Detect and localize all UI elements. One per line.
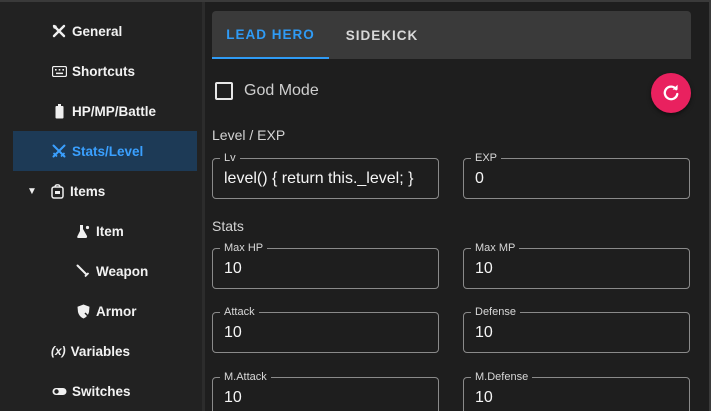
shield-icon — [75, 303, 91, 319]
main-panel: LEAD HERO SIDEKICK God Mode Level / EXP … — [205, 0, 709, 411]
tools-icon — [51, 23, 67, 39]
max-hp-label: Max HP — [220, 242, 268, 254]
window-border-top — [0, 0, 711, 2]
sidebar-item-label: Variables — [70, 343, 130, 359]
exp-value[interactable]: 0 — [475, 170, 484, 188]
m-defense-label: M.Defense — [471, 371, 533, 383]
reset-button[interactable] — [651, 73, 691, 113]
exp-label: EXP — [471, 152, 502, 164]
refresh-icon — [662, 84, 680, 102]
m-defense-field[interactable]: M.Defense 10 — [463, 371, 690, 411]
lv-value[interactable]: level() { return this._level; } — [224, 170, 413, 188]
sidebar-item-item[interactable]: Item — [13, 211, 197, 251]
sidebar-item-statslevel[interactable]: Stats/Level — [13, 131, 197, 171]
sidebar-item-label: Shortcuts — [72, 63, 136, 79]
sidebar-item-variables[interactable]: (x) Variables — [13, 331, 197, 371]
max-mp-label: Max MP — [471, 242, 520, 254]
attack-label: Attack — [220, 306, 259, 318]
m-attack-field[interactable]: M.Attack 10 — [212, 371, 439, 411]
max-mp-value[interactable]: 10 — [475, 260, 493, 278]
m-attack-label: M.Attack — [220, 371, 271, 383]
sidebar-item-armor[interactable]: Armor — [13, 291, 197, 331]
defense-label: Defense — [471, 306, 520, 318]
sidebar-item-label: General — [72, 23, 123, 39]
lv-field[interactable]: Lv level() { return this._level; } — [212, 152, 439, 199]
attack-value[interactable]: 10 — [224, 324, 242, 342]
tab-bar: LEAD HERO SIDEKICK — [212, 11, 691, 59]
section-stats: Stats — [212, 218, 244, 234]
bag-icon — [49, 183, 65, 199]
sidebar-item-hpmpbattle[interactable]: HP/MP/Battle — [13, 91, 197, 131]
m-defense-value[interactable]: 10 — [475, 389, 493, 407]
battery-icon — [51, 103, 67, 119]
lv-label: Lv — [220, 152, 240, 164]
max-hp-value[interactable]: 10 — [224, 260, 242, 278]
chevron-down-icon[interactable]: ▼ — [27, 186, 37, 197]
attack-field[interactable]: Attack 10 — [212, 306, 439, 353]
keyboard-icon — [51, 63, 67, 79]
sidebar-item-shortcuts[interactable]: Shortcuts — [13, 51, 197, 91]
sidebar-item-label: HP/MP/Battle — [72, 103, 157, 119]
variable-icon: (x) — [51, 344, 66, 358]
crossed-swords-icon — [51, 143, 67, 159]
m-attack-value[interactable]: 10 — [224, 389, 242, 407]
max-hp-field[interactable]: Max HP 10 — [212, 242, 439, 289]
sidebar-item-general[interactable]: General — [13, 11, 197, 51]
app-window: General Shortcuts HP/MP/Battle Stats/Lev… — [0, 0, 711, 411]
god-mode-label: God Mode — [244, 82, 319, 99]
god-mode-toggle[interactable]: God Mode — [215, 79, 319, 103]
potion-icon — [75, 223, 91, 239]
sidebar-item-label: Weapon — [96, 263, 149, 279]
sidebar-item-items[interactable]: ▼ Items — [13, 171, 197, 211]
sidebar: General Shortcuts HP/MP/Battle Stats/Lev… — [0, 0, 205, 411]
toggle-icon — [51, 383, 67, 399]
sidebar-item-label: Stats/Level — [72, 143, 144, 159]
defense-value[interactable]: 10 — [475, 324, 493, 342]
tab-lead-hero[interactable]: LEAD HERO — [212, 11, 329, 59]
sidebar-item-label: Armor — [96, 303, 137, 319]
exp-field[interactable]: EXP 0 — [463, 152, 690, 199]
max-mp-field[interactable]: Max MP 10 — [463, 242, 690, 289]
sidebar-item-label: Items — [70, 183, 106, 199]
sidebar-item-switches[interactable]: Switches — [13, 371, 197, 411]
god-mode-checkbox[interactable] — [215, 82, 233, 100]
sidebar-item-label: Switches — [72, 383, 131, 399]
defense-field[interactable]: Defense 10 — [463, 306, 690, 353]
sidebar-item-weapon[interactable]: Weapon — [13, 251, 197, 291]
tab-sidekick[interactable]: SIDEKICK — [329, 11, 435, 59]
section-level-exp: Level / EXP — [212, 127, 286, 143]
sword-icon — [75, 263, 91, 279]
sidebar-item-label: Item — [96, 223, 124, 239]
